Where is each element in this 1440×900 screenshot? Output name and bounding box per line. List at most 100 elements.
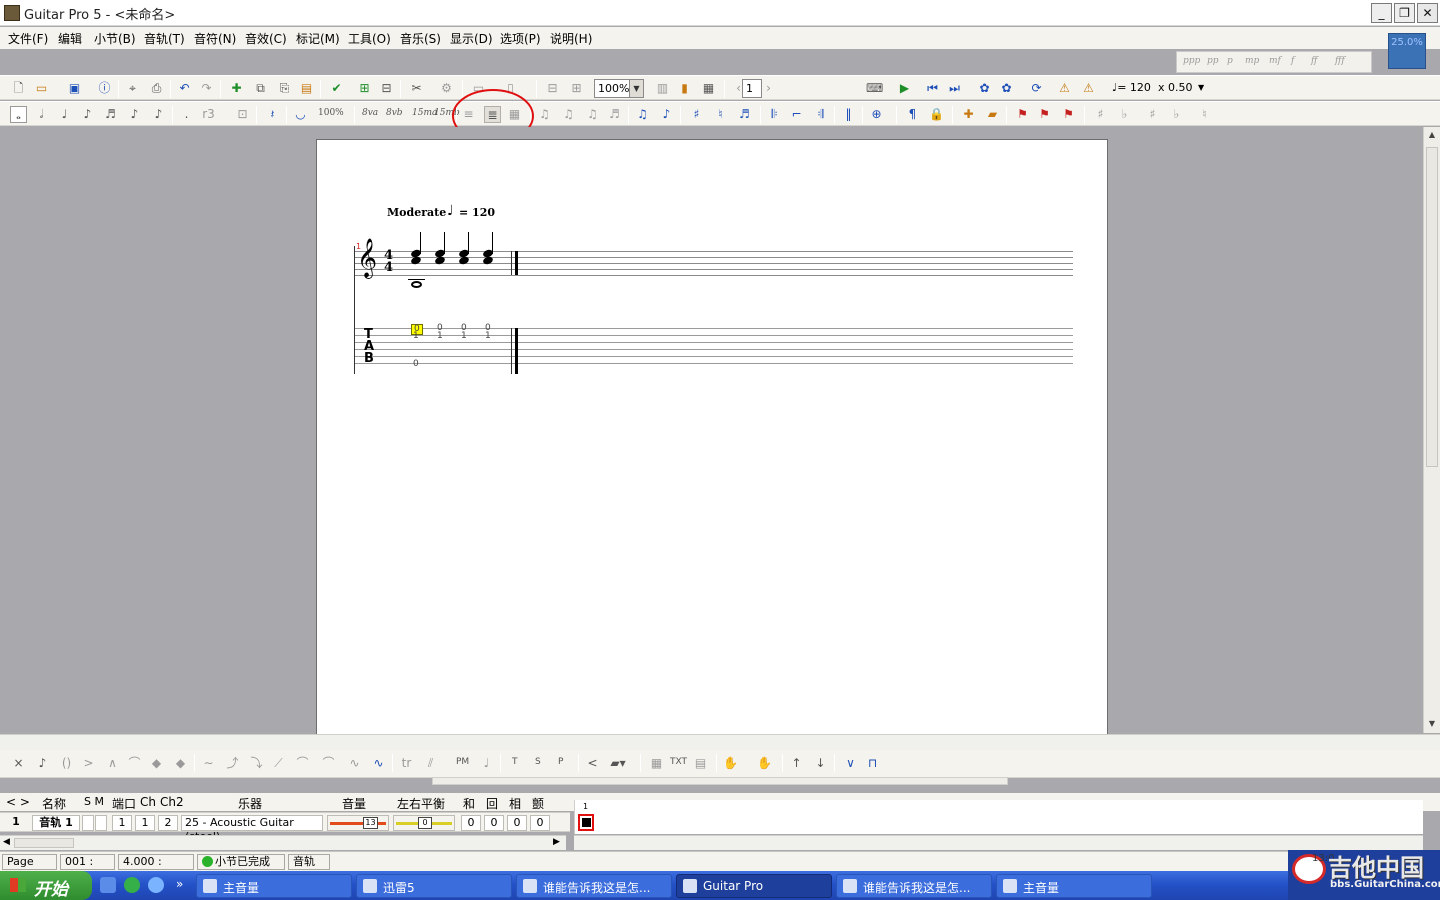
transpose-icon[interactable]: ♮ xyxy=(1196,106,1213,123)
sixty-fourth-note-icon[interactable]: ♪ xyxy=(150,106,167,123)
transpose-octave-down-icon[interactable]: ♭ xyxy=(1168,106,1185,123)
staccato-icon[interactable]: ♩ xyxy=(478,755,495,772)
zoom-select[interactable]: 100% ▼ xyxy=(594,79,644,98)
vibrato-icon[interactable]: ∼ xyxy=(200,755,217,772)
insert-measure-icon[interactable]: ✔ xyxy=(328,80,345,97)
tap-button[interactable]: T xyxy=(512,757,518,767)
grace-note-icon[interactable]: ♬ xyxy=(736,106,753,123)
menu-note[interactable]: 音符(N) xyxy=(194,30,236,47)
messenger-quicklaunch-icon[interactable] xyxy=(124,877,140,893)
tuner-icon[interactable]: ✂ xyxy=(408,80,425,97)
track-instrument[interactable]: 25 - Acoustic Guitar (steel) xyxy=(181,815,323,843)
settings-gear-icon[interactable]: ⚙ xyxy=(438,80,455,97)
upstroke-icon[interactable]: ↑ xyxy=(788,755,805,772)
alternate-ending-icon[interactable]: ⌐ xyxy=(788,106,805,123)
restore-button[interactable]: ❐ xyxy=(1394,3,1415,23)
beam-group-icon[interactable]: ♬ xyxy=(606,106,623,123)
octave-8vb-button[interactable]: 8vb xyxy=(386,108,403,118)
clipboard-icon[interactable]: ▤ xyxy=(298,80,315,97)
menu-options[interactable]: 选项(P) xyxy=(500,30,541,47)
pick-stroke-icon[interactable]: ✋ xyxy=(722,755,739,772)
fade-in-icon[interactable]: < xyxy=(584,755,601,772)
skip-forward-icon[interactable]: ⏭ xyxy=(946,80,963,97)
play-icon[interactable]: ▶ xyxy=(896,80,913,97)
close-button[interactable]: ✕ xyxy=(1417,3,1438,23)
track-chorus[interactable]: 0 xyxy=(461,815,481,831)
octave-8va-button[interactable]: 8va xyxy=(362,108,378,118)
print-preview-icon[interactable]: ⌖ xyxy=(124,80,141,97)
undo-icon[interactable]: ↶ xyxy=(176,80,193,97)
open-file-icon[interactable]: ▭ xyxy=(33,80,50,97)
delete-icon[interactable]: ⊟ xyxy=(378,80,395,97)
track-nav-arrows[interactable]: < > xyxy=(6,795,30,809)
paw-icon[interactable]: ✿ xyxy=(976,80,993,97)
tab-fret[interactable]: 1 xyxy=(437,332,443,341)
menu-markers[interactable]: 标记(M) xyxy=(296,30,340,47)
natural-harmonic-icon[interactable]: ◆ xyxy=(148,755,165,772)
chevron-down-icon[interactable]: ▼ xyxy=(629,80,643,97)
pick-down-icon[interactable]: ∨ xyxy=(842,755,859,772)
track-phaser[interactable]: 0 xyxy=(507,815,527,831)
half-note-icon[interactable]: 𝅗𝅥 xyxy=(33,106,50,123)
coda-icon[interactable]: ⊕ xyxy=(868,106,885,123)
tab-fret[interactable]: 1 xyxy=(461,332,467,341)
track-scroll-thumb[interactable] xyxy=(14,838,74,848)
browser-quicklaunch-icon[interactable] xyxy=(100,877,116,893)
dynamic-ff-button[interactable]: ff xyxy=(1311,56,1317,66)
track-row[interactable]: 1 音轨 1 1 1 2 25 - Acoustic Guitar (steel… xyxy=(0,812,570,843)
pop-button[interactable]: P xyxy=(558,757,563,767)
pan-value[interactable]: 0 xyxy=(418,817,432,829)
save-icon[interactable]: ▣ xyxy=(66,80,83,97)
repeat-close-icon[interactable]: 𝄇 xyxy=(812,106,829,123)
dynamic-f-button[interactable]: f xyxy=(1291,56,1294,66)
track-channel2[interactable]: 2 xyxy=(158,815,178,831)
heavy-accent-icon[interactable]: ∧ xyxy=(104,755,121,772)
scroll-up-icon[interactable]: ▲ xyxy=(1426,130,1438,142)
dynamic-mf-button[interactable]: mf xyxy=(1269,56,1281,66)
guitar-icon[interactable]: ▮ xyxy=(676,80,693,97)
velocity-label[interactable]: 100% xyxy=(318,108,344,118)
metronome-tick-icon[interactable]: ⚠ xyxy=(1056,80,1073,97)
metronome-icon[interactable]: ⌨ xyxy=(866,80,883,97)
menu-view[interactable]: 显示(D) xyxy=(450,30,493,47)
quarter-note-icon[interactable]: ♩ xyxy=(56,106,73,123)
sharp-icon[interactable]: ♯ xyxy=(688,106,705,123)
menu-edit[interactable]: 编辑 xyxy=(58,30,82,47)
new-file-icon[interactable]: 🗋 xyxy=(10,80,27,97)
measure-number-field[interactable]: 1 xyxy=(742,79,762,98)
sixteenth-note-icon[interactable]: ♬ xyxy=(102,106,119,123)
palm-mute-button[interactable]: PM xyxy=(456,757,469,767)
thirty-second-note-icon[interactable]: ♪ xyxy=(126,106,143,123)
chord-diagram-icon[interactable]: ▦ xyxy=(648,755,665,772)
zoom-out-icon[interactable]: ⊟ xyxy=(544,80,561,97)
solo-toggle[interactable] xyxy=(82,815,94,831)
track-reverb[interactable]: 0 xyxy=(484,815,504,831)
tremolo-bar-icon[interactable]: ⤵ xyxy=(248,755,265,772)
speed-display[interactable]: x 0.50 xyxy=(1158,81,1193,94)
trill-wave-icon[interactable]: ∿ xyxy=(370,755,387,772)
speed-dropdown-icon[interactable]: ▼ xyxy=(1198,83,1204,92)
artificial-harmonic-icon[interactable]: ◆ xyxy=(172,755,189,772)
menu-sound[interactable]: 音乐(S) xyxy=(400,30,441,47)
tab-fret[interactable]: 1 xyxy=(413,332,419,341)
minimize-button[interactable]: _ xyxy=(1371,3,1392,23)
eighth-note-icon[interactable]: ♪ xyxy=(79,106,96,123)
lock-icon[interactable]: 🔒 xyxy=(928,106,945,123)
accent-icon[interactable]: > xyxy=(80,755,97,772)
dynamic-pp-button[interactable]: pp xyxy=(1207,56,1219,66)
app-icon[interactable] xyxy=(4,5,20,21)
insert-icon[interactable]: ⊞ xyxy=(356,80,373,97)
dead-note-icon[interactable]: × xyxy=(10,755,27,772)
transpose-down-icon[interactable]: ♭ xyxy=(1116,106,1133,123)
repeat-open-icon[interactable]: 𝄆 xyxy=(766,106,783,123)
fretboard-icon[interactable]: ▥ xyxy=(654,80,671,97)
quicklaunch-more-icon[interactable]: » xyxy=(176,877,183,891)
start-button[interactable]: 开始 xyxy=(0,871,92,900)
paste-icon[interactable]: ⎘ xyxy=(276,80,293,97)
cut-icon[interactable]: ✚ xyxy=(228,80,245,97)
volume-slider[interactable]: 13 xyxy=(327,815,389,831)
rest-icon[interactable]: 𝄽 xyxy=(264,106,281,123)
tuplet-edit-icon[interactable]: ⊡ xyxy=(234,106,251,123)
marker-prev-icon[interactable]: ⚑ xyxy=(1060,106,1077,123)
menu-effects[interactable]: 音效(C) xyxy=(245,30,287,47)
